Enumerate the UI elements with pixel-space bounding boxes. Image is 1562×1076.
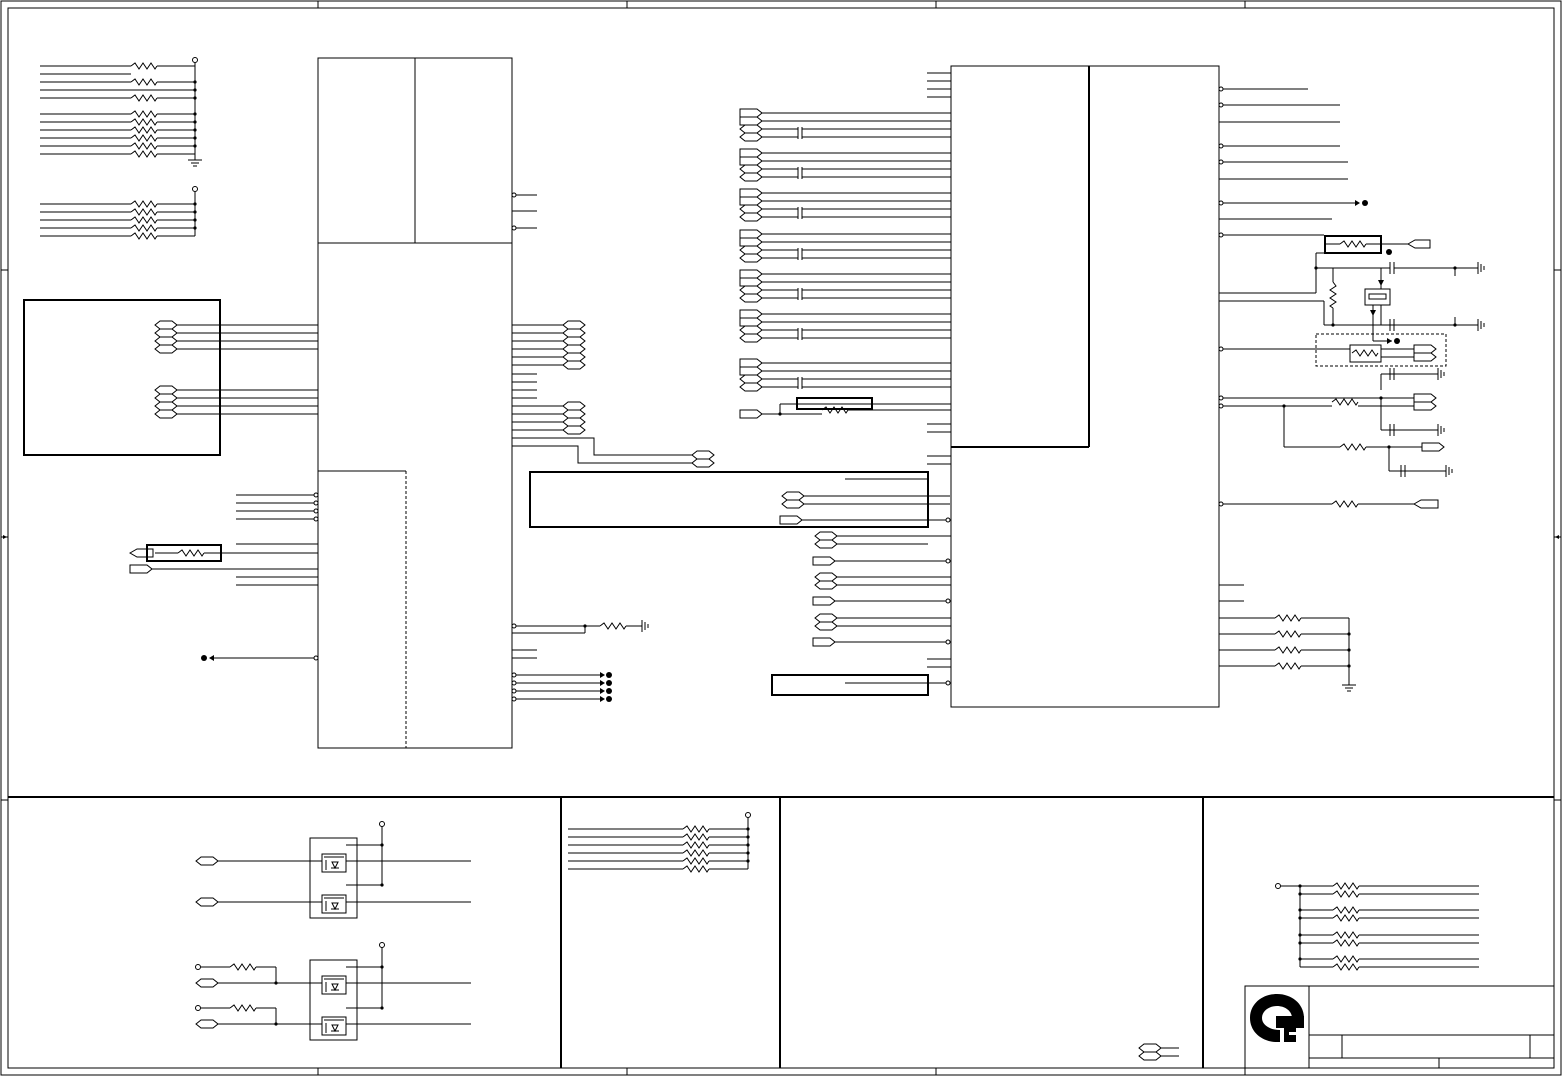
main-ic-left [128,57,715,749]
clock-network [1218,235,1485,692]
company-logo-icon [1250,994,1304,1042]
bottom-section-frames [8,796,1554,1068]
bottom-right-resistor-bank [1275,882,1479,971]
pullup-resistor-bank-2 [40,186,198,240]
level-shifter-pair-2 [195,942,471,1041]
pullup-resistor-bank-1 [40,57,203,167]
schematic-sheet [0,0,1562,1076]
middle-annotation-box [529,471,950,696]
left-connector-block [23,299,318,456]
main-ic-right [739,65,1368,708]
notes-section-flags [1138,1043,1179,1061]
level-shifter-pair-1 [195,821,471,919]
bottom-resistor-bank [568,812,751,873]
